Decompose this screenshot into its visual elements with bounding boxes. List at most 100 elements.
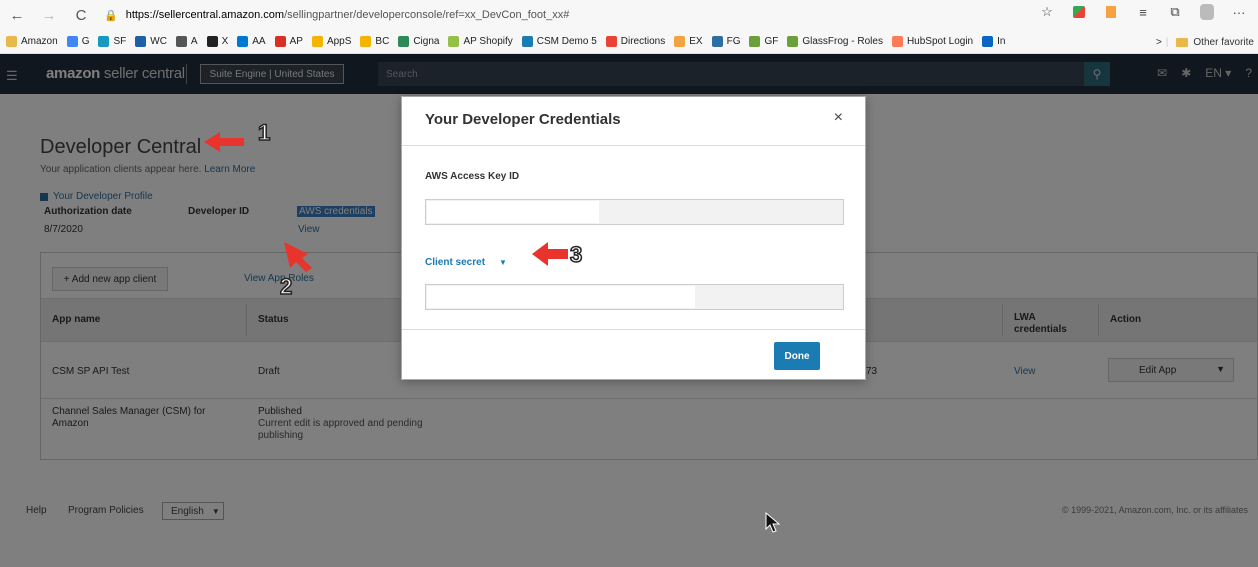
search-input[interactable]: Search	[378, 62, 1084, 86]
bookmark-item[interactable]: CSM Demo 5	[521, 36, 597, 47]
favorites-icon[interactable]: ≡	[1134, 3, 1152, 21]
redacted-access-key	[427, 201, 599, 223]
url-host: https://sellercentral.amazon.com	[125, 9, 285, 21]
footer-policies-link[interactable]: Program Policies	[68, 505, 144, 516]
chevron-down-icon[interactable]: ▼	[1216, 364, 1225, 374]
close-icon[interactable]: ×	[834, 109, 843, 127]
bookmark-label: Cigna	[413, 36, 440, 47]
column-header: LWA credentials	[1014, 312, 1067, 335]
edit-app-button[interactable]: Edit App ▼	[1108, 358, 1234, 382]
bookmark-item[interactable]: A	[175, 36, 198, 47]
url-field[interactable]: 🔒 https://sellercentral.amazon.com/selli…	[104, 4, 1184, 26]
other-favorites[interactable]: Other favorite	[1193, 37, 1258, 48]
bookmark-item[interactable]: X	[206, 36, 229, 47]
menu-icon[interactable]: ☰	[6, 68, 20, 84]
bookmark-item[interactable]: GF	[749, 36, 778, 47]
modal-title: Your Developer Credentials	[425, 111, 621, 128]
bookmark-icon	[135, 36, 147, 47]
bookmark-icon	[6, 36, 17, 47]
bookmark-label: HubSpot Login	[906, 36, 974, 47]
auth-date-value: 8/7/2020	[44, 224, 83, 235]
bookmark-item[interactable]: AppS	[311, 36, 352, 47]
mail-icon[interactable]: ✉	[1157, 66, 1167, 80]
bookmark-item[interactable]: Directions	[605, 36, 666, 47]
copyright: © 1999-2021, Amazon.com, Inc. or its aff…	[1061, 505, 1248, 515]
developer-id-label: Developer ID	[188, 206, 250, 217]
annotation-arrow-1	[204, 132, 244, 152]
extension-icon[interactable]	[1102, 3, 1120, 21]
bookmark-item[interactable]: AP	[274, 36, 303, 47]
bookmark-item[interactable]: WC	[135, 36, 167, 47]
redacted-client-secret	[427, 286, 695, 308]
add-app-client-button[interactable]: + Add new app client	[52, 267, 168, 291]
bookmark-icon	[237, 36, 249, 47]
footer-help-link[interactable]: Help	[26, 505, 47, 516]
bookmark-item[interactable]: GlassFrog - Roles	[787, 36, 883, 47]
url-path: /sellingpartner/developerconsole/ref=xx_…	[284, 9, 570, 21]
more-icon[interactable]: ···	[1230, 3, 1248, 21]
bookmark-label: Directions	[620, 36, 666, 47]
bookmark-icon	[891, 36, 903, 47]
bookmark-label: Amazon	[21, 36, 58, 47]
bookmark-item[interactable]: AA	[237, 36, 266, 47]
collections-icon[interactable]: ⧉	[1166, 3, 1184, 21]
bookmark-icon	[274, 36, 286, 47]
bookmark-item[interactable]: SF	[98, 36, 126, 47]
redacted-developer-id	[176, 220, 279, 243]
footer-language-select[interactable]: English ▼	[162, 502, 224, 520]
bookmark-label: X	[221, 36, 229, 47]
lwa-view-link[interactable]: View	[1014, 366, 1036, 378]
bookmark-icon	[982, 36, 994, 47]
bookmark-icon	[448, 36, 460, 47]
search-icon[interactable]: ⚲	[1084, 62, 1110, 86]
bookmark-icon	[311, 36, 323, 47]
access-key-label: AWS Access Key ID	[425, 171, 520, 182]
bookmark-icon	[206, 36, 218, 47]
bookmark-item[interactable]: HubSpot Login	[891, 36, 974, 47]
client-secret-toggle[interactable]: Client secret ▼	[425, 257, 507, 268]
access-key-field[interactable]	[425, 199, 844, 225]
bookmark-item[interactable]: Cigna	[398, 36, 439, 47]
aws-credentials-view-link[interactable]: View	[298, 224, 320, 235]
learn-more-link[interactable]: Learn More	[204, 164, 255, 175]
app-status: Draft	[258, 366, 280, 377]
bookmark-icon	[66, 36, 78, 47]
bookmark-item[interactable]: EX	[674, 36, 703, 47]
bookmark-item[interactable]: G	[66, 36, 89, 47]
seller-central-logo[interactable]: amazon seller central	[46, 65, 185, 82]
seller-central-header: ☰ amazon seller central Suite Engine | U…	[0, 54, 1258, 94]
column-divider	[246, 304, 247, 336]
language-selector[interactable]: EN ▾	[1205, 66, 1231, 80]
bookmark-item[interactable]: AP Shopify	[448, 36, 513, 47]
view-app-roles-link[interactable]: View App Roles	[244, 273, 314, 284]
back-button[interactable]: ←	[4, 2, 30, 28]
bookmark-item[interactable]: Amazon	[6, 36, 58, 47]
developer-profile-link[interactable]: Your Developer Profile	[40, 191, 153, 202]
extension-icon[interactable]	[1070, 3, 1088, 21]
forward-button[interactable]: →	[36, 2, 62, 28]
bookmark-item[interactable]: In	[982, 36, 1005, 47]
client-secret-field[interactable]	[425, 284, 844, 310]
profile-icon[interactable]	[1198, 3, 1216, 21]
favorite-star-icon[interactable]: ☆	[1038, 3, 1056, 21]
folder-icon	[1176, 37, 1189, 47]
bookmark-label: FG	[726, 36, 741, 47]
reload-button[interactable]: C	[68, 2, 94, 28]
help-icon[interactable]: ?	[1245, 66, 1252, 80]
bookmark-label: GlassFrog - Roles	[802, 36, 883, 47]
store-selector[interactable]: Suite Engine | United States	[200, 64, 344, 84]
column-header: Status	[258, 314, 289, 325]
chevron-right-icon[interactable]: >	[1156, 37, 1162, 48]
developer-credentials-modal: Your Developer Credentials × AWS Access …	[401, 96, 866, 380]
auth-date-label: Authorization date	[44, 206, 132, 217]
bookmark-item[interactable]: BC	[360, 36, 389, 47]
bookmark-icon	[787, 36, 799, 47]
bookmark-label: WC	[150, 36, 167, 47]
column-divider	[1002, 304, 1003, 336]
bookmark-icon	[175, 36, 187, 47]
divider	[402, 329, 865, 330]
gear-icon[interactable]: ✱	[1181, 66, 1191, 80]
done-button[interactable]: Done	[774, 342, 820, 370]
bookmark-label: AppS	[326, 36, 352, 47]
bookmark-item[interactable]: FG	[711, 36, 741, 47]
